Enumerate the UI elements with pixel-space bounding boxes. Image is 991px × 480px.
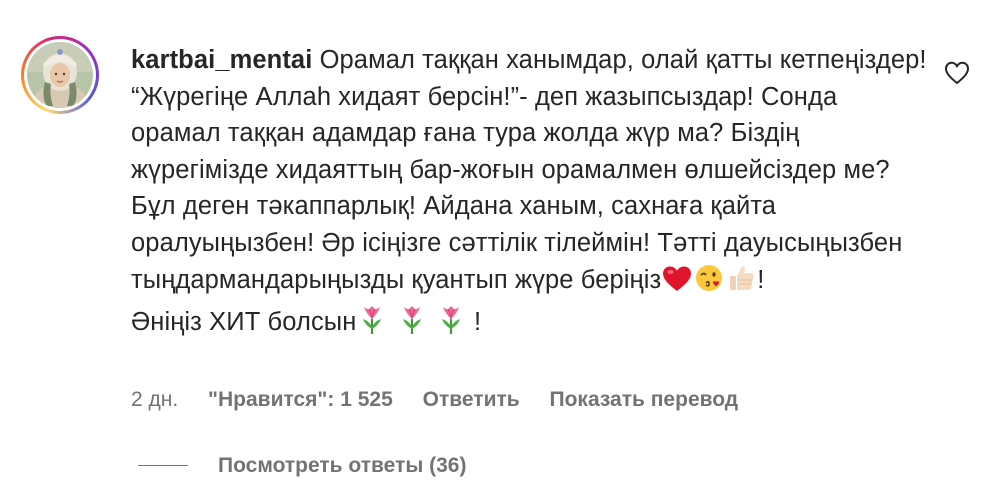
replies-divider-line — [138, 465, 188, 466]
thumbs-up-emoji-icon — [726, 263, 756, 304]
avatar-gap — [24, 39, 96, 111]
comment-text: Орамал таққан ханымдар, олай қатты кетпе… — [131, 46, 927, 294]
heart-emoji-icon — [662, 265, 692, 304]
avatar-story-ring[interactable] — [21, 36, 99, 114]
comment-time: 2 дн. — [131, 388, 179, 411]
tulip-emoji-icon — [357, 303, 387, 346]
view-replies-button[interactable]: Посмотреть ответы (36) — [218, 452, 466, 480]
comment-meta-row: 2 дн. "Нравится": 1 525 Ответить Показат… — [131, 386, 762, 414]
tulip-emoji-icon — [397, 303, 427, 346]
comment-text-end: ! — [466, 308, 482, 337]
like-heart-icon[interactable] — [944, 60, 970, 86]
show-translation-button[interactable]: Показать перевод — [550, 388, 739, 411]
comment-text-exclaim: ! — [757, 265, 765, 294]
comment-body: kartbai_mentai Орамал таққан ханымдар, о… — [131, 42, 931, 346]
likes-count-button[interactable]: "Нравится": 1 525 — [208, 388, 393, 411]
comment-username[interactable]: kartbai_mentai — [131, 46, 312, 74]
kiss-wink-emoji-icon — [694, 263, 724, 304]
avatar[interactable] — [27, 42, 93, 108]
reply-button[interactable]: Ответить — [423, 388, 520, 411]
tulip-emoji-icon — [436, 303, 466, 346]
comment-text-line-last: Әніңіз ХИТ болсын — [131, 308, 357, 337]
